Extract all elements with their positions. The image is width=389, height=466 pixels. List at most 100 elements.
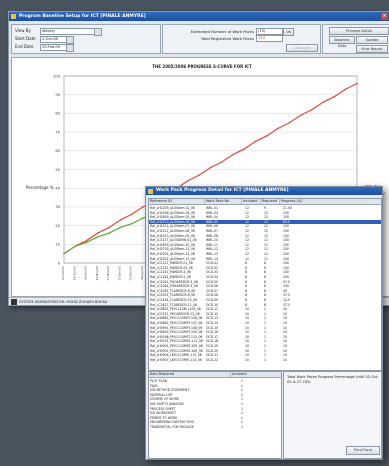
table-cell: 100 [283, 270, 289, 275]
table-cell: 100 [283, 229, 289, 233]
table-row[interactable]: Raf_LH0692_PEV1110MFT-109_06 OCD-16 10 1 10 [149, 330, 381, 334]
update-button[interactable]: Update [356, 36, 388, 44]
col-reference-id[interactable]: Reference ID [149, 199, 205, 205]
table-row[interactable]: Raf_LC2044_ZSHAREDCR-3_06 OCD-06 8 8 100 [149, 284, 381, 288]
required-items-table[interactable]: Item Required Included PLOT PLAN 1 P&ID 1 JO… [148, 371, 282, 459]
list-item[interactable]: SCHEME OF WORK 1 [149, 397, 281, 401]
table-row[interactable]: Raf_LC5127_ALOSDMW-01_06 WRL-10 12 11 100 [149, 238, 381, 242]
calendar-icon[interactable] [66, 36, 74, 44]
table-cell: Raf_LH2502_ALOStem-13_06 [150, 256, 195, 261]
table-row[interactable]: Raf_LC2045_TCAREDCR-6_06 OCD-07 8 8 50 [149, 289, 381, 293]
table-cell: 10 [245, 307, 249, 312]
table-cell: 10 [245, 330, 249, 335]
table-cell: 1 [264, 344, 266, 348]
table-row[interactable]: Raf_LH2512_ALOStem-08_06 WRL-07 12 12 100 [149, 229, 381, 233]
table-row[interactable]: Raf_LH0907_LBV1110MFI-114_06 OCD-22 10 1 10 [149, 358, 381, 362]
table-row[interactable]: Raf_LH2510_ALOStem-06_06 WRL-05 12 12 83.0 [149, 219, 381, 224]
calendar-icon[interactable] [66, 44, 74, 52]
table-row[interactable]: Raf_LC0731_PHCAREDCR-13_06 OCD-12 10 1 10 [149, 312, 381, 316]
list-item[interactable]: P&ID 1 [149, 384, 281, 388]
table-row[interactable]: Raf_LC2503_TCAREDCR-8_06 OCD-08 8 8 37.5 [149, 293, 381, 297]
ok-button[interactable]: OK [283, 28, 294, 36]
table-cell: OCD-17 [206, 334, 219, 339]
table-cell: OCD-15 [206, 325, 219, 330]
list-item[interactable]: JOB SAFETY ANALYSIS 1 [149, 402, 281, 406]
estimate-panel: Estimated Number of Work Packs (75) OK T… [162, 24, 321, 54]
app-icon [11, 14, 16, 19]
table-row[interactable]: Raf_LH0191_PEV1110MFS-111_06 OCD-18 10 1 10 [149, 339, 381, 343]
col-work-pack-no[interactable]: Work Pack No [205, 199, 242, 205]
list-item[interactable]: TRANSMITTAL FOR PACKAGE 1 [149, 425, 281, 429]
baseline-data-button[interactable]: Baseline Data [329, 36, 355, 48]
table-row[interactable]: Raf_LH2511_ALOStem-07_06 WRL-06 12 12 100 [149, 224, 381, 228]
table-row[interactable]: Raf_LH2513_ALOStem-09_06 WRL-08 12 12 100 [149, 234, 381, 238]
table-cell: 8 [245, 284, 247, 289]
table-cell: 8 [245, 270, 247, 275]
table-row[interactable]: Raf_LH2700_ALOStem-11_06 WRL-12 12 11 100 [149, 247, 381, 251]
table-row[interactable]: Raf_LH0681_PEV1110MFT-106_06 OCD-13 10 1 10 [149, 316, 381, 320]
table-cell: JOB SAFETY ANALYSIS [150, 402, 184, 406]
work-pack-table[interactable]: Reference ID Work Pack No Included Requi… [148, 198, 382, 371]
table-row[interactable]: Raf_LH0186_PEV1110MFT-110_06 OCD-17 10 1 10 [149, 335, 381, 339]
table-cell: 1 [241, 415, 243, 420]
table-cell: 11 [264, 238, 268, 243]
table-cell: Raf_LC2044_ZSHAREDCR-3_06 [150, 284, 198, 289]
table-cell: 1 [241, 379, 243, 383]
preview-detail-button[interactable]: Preview Detail [329, 27, 389, 35]
data-point [288, 121, 291, 124]
close-icon[interactable]: × [381, 13, 388, 20]
list-item[interactable]: MATERIAL LIST 1 [149, 393, 281, 397]
print-form-button[interactable]: Print Form [346, 446, 380, 455]
table-row[interactable]: Raf_LC2131_MWDCR-03_06 OCD-02 8 8 100 [149, 266, 381, 270]
view-by-select[interactable]: Weekly [40, 28, 95, 35]
table-row[interactable]: Raf_LH0904_LBV1110MFI-115_06 OCD-21 10 1 10 [149, 353, 381, 357]
table-cell: Raf_LH1205_ALOStem-01_06 [150, 206, 195, 210]
y-tick-label: 90 [55, 93, 60, 97]
estimated-work-packs-input[interactable]: (75) [256, 28, 283, 35]
table-row[interactable]: Raf_LC2141_MWDCR-4_06 OCD-03 8 8 100 [149, 270, 381, 274]
table-row[interactable]: Raf_LC2143_MWDCR-5_06 OCD-04 8 8 100 [149, 275, 381, 279]
table-row[interactable]: Raf_LC0625_PEV1110M-1105_06 OCD-11 10 1 10 [149, 307, 381, 311]
list-item[interactable]: ISO WORKSHEET 1 [149, 411, 281, 415]
start-date-input[interactable]: 2-Oct-08 [40, 36, 67, 43]
table-row[interactable]: Raf_LH0682_PEV1110MFY-107_06 OCD-14 10 1 10 [149, 321, 381, 325]
col-required[interactable]: Required [261, 199, 280, 205]
end-date-input[interactable]: 29-Feb-09 [40, 44, 67, 51]
table-row[interactable]: Raf_LC2617_TCAREDCR-11_06 OCD-10 8 8 37.5 [149, 303, 381, 307]
col-item-required[interactable]: Item Required [149, 372, 231, 378]
table-row[interactable]: Raf_LC2041_PHOAREDCR-5_06 OCD-05 8 8 97.5 [149, 280, 381, 284]
col-progress[interactable]: Progress (%) [280, 199, 381, 205]
table-row[interactable]: Raf_LH0901_PEV1110MFS-209_06 OCD-19 10 1 10 [149, 344, 381, 348]
list-item[interactable]: PLOT PLAN 1 [149, 379, 281, 383]
table-row[interactable]: Raf_LH1205_ALOStem-01_06 WRL-01 12 9 21.00 [149, 206, 381, 210]
table-cell: 8 [264, 270, 266, 275]
table-cell: 8 [264, 302, 266, 307]
table-row[interactable]: Raf_LH2609_ALOStem-05_06 WRL-04 12 12 100 [149, 215, 381, 219]
data-point [97, 232, 99, 234]
table-row[interactable]: Raf_LH2508_ALOStem-04_06 WRL-03 12 12 100 [149, 211, 381, 215]
table-row[interactable]: Raf_LH2699_ALOStem-10_06 WRL-11 12 11 100 [149, 243, 381, 247]
table-row[interactable]: Raf_LC2434_TCAREDCR-10_06 OCD-09 8 8 12.5 [149, 298, 381, 302]
table-cell: 37.5 [283, 293, 290, 298]
table-cell: 10 [245, 311, 249, 316]
table-cell: SCHEME OF WORK [150, 397, 179, 402]
calculate-button[interactable]: Calculate [286, 44, 318, 52]
table-cell: 1 [241, 406, 243, 411]
print-report-button[interactable]: Print Report [356, 45, 388, 53]
list-item[interactable]: JOB METHOD STATEMENT 1 [149, 388, 281, 392]
table-row[interactable]: Raf_LH2502_ALOStem-13_06 WRL-14 12 11 100 [149, 257, 381, 261]
col-included[interactable]: Included [242, 199, 261, 205]
table-row[interactable]: Raf_LH0902_PEV1110MFS-109_06 OCD-20 10 1 10 [149, 349, 381, 353]
list-item[interactable]: PERMIT TO WORK 1 [149, 416, 281, 420]
chevron-down-icon[interactable] [94, 28, 102, 36]
list-item[interactable]: PROCESS SHEET 1 [149, 407, 281, 411]
table-row[interactable]: Raf_LC2121_MWDCR-01_06 OCD-01 8 8 100 [149, 261, 381, 265]
table-row[interactable]: Raf_LH0691_PEV1110MFY-108_06 OCD-15 10 1 10 [149, 326, 381, 330]
table-cell: 1 [264, 307, 266, 312]
table-row[interactable]: Raf_LH2501_ALOStem-12_06 WRL-13 12 11 100 [149, 252, 381, 256]
list-item[interactable]: ENGINEERING INSTRUCTION 1 [149, 420, 281, 424]
table-cell: WRL-01 [206, 206, 218, 210]
table-cell: 100 [283, 215, 289, 220]
table-cell: Raf_LH0191_PEV1110MFS-111_06 [150, 339, 203, 344]
col-item-included[interactable]: Included [231, 372, 281, 378]
